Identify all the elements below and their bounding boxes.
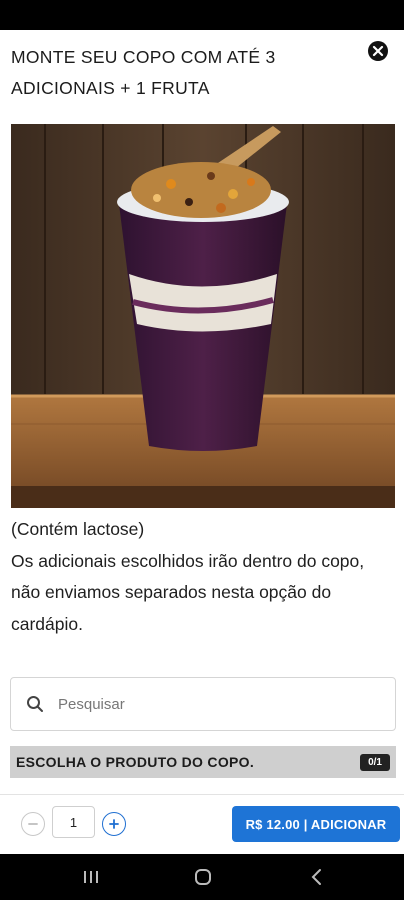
- section-header[interactable]: ESCOLHA O PRODUTO DO COPO. 0/1: [10, 746, 396, 778]
- close-button[interactable]: [368, 41, 388, 61]
- plus-icon: [109, 819, 119, 829]
- recents-icon: [84, 871, 98, 883]
- search-box: [10, 677, 396, 731]
- nav-back-button[interactable]: [303, 864, 331, 890]
- description-line: Os adicionais escolhidos irão dentro do …: [11, 550, 365, 571]
- product-description: (Contém lactose) Os adicionais escolhido…: [11, 514, 397, 640]
- nav-recents-button[interactable]: [77, 864, 105, 890]
- search-icon: [25, 694, 45, 714]
- minus-icon: [28, 823, 38, 825]
- back-icon: [311, 869, 321, 885]
- description-line: (Contém lactose): [11, 519, 145, 539]
- page-title: MONTE SEU COPO COM ATÉ 3 ADICIONAIS + 1 …: [11, 47, 276, 98]
- home-icon: [195, 869, 211, 885]
- selection-count-badge: 0/1: [360, 753, 390, 771]
- status-bar: [0, 0, 404, 30]
- description-line: não enviamos separados nesta opção do ca…: [11, 582, 332, 634]
- search-input[interactable]: [58, 695, 358, 713]
- increase-quantity-button[interactable]: [102, 812, 126, 836]
- close-icon: [372, 45, 384, 57]
- decrease-quantity-button[interactable]: [21, 812, 45, 836]
- product-image: [11, 124, 395, 508]
- add-to-cart-button[interactable]: R$ 12.00 | ADICIONAR: [232, 806, 400, 842]
- nav-home-button[interactable]: [189, 864, 217, 890]
- quantity-input[interactable]: [52, 806, 95, 838]
- section-title: ESCOLHA O PRODUTO DO COPO.: [16, 754, 255, 770]
